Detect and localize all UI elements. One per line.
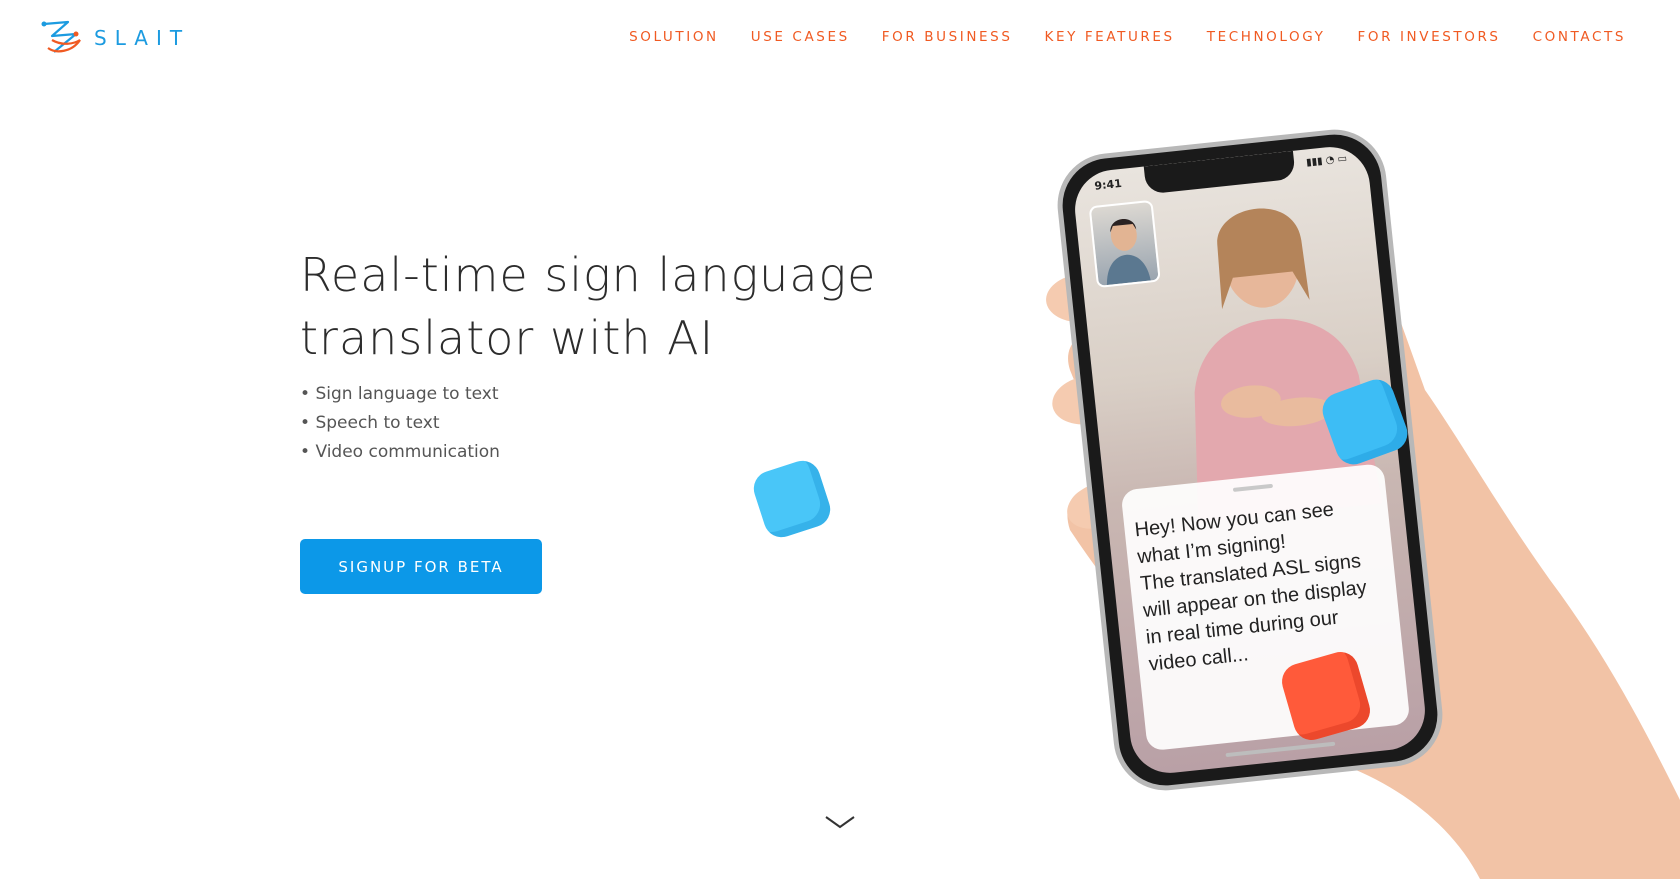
- nav-item-solution[interactable]: SOLUTION: [629, 29, 719, 45]
- nav-item-for-investors[interactable]: FOR INVESTORS: [1358, 29, 1501, 45]
- caption-line: Hey! Now you can see: [1133, 498, 1335, 542]
- chevron-down-icon[interactable]: [824, 815, 856, 829]
- phone-mockup: 9:41 ▮▮▮ ◔ ▭ Hey! Now you can see what I…: [1052, 124, 1448, 796]
- nav-item-technology[interactable]: TECHNOLOGY: [1207, 29, 1326, 45]
- caller-avatar-image: [1106, 218, 1151, 285]
- feature-item: Speech to text: [300, 409, 500, 438]
- hero-title: Real-time sign language translator with …: [300, 244, 940, 370]
- status-time: 9:41: [1093, 176, 1123, 193]
- logo[interactable]: SLAIT: [38, 18, 190, 58]
- translation-caption-text: Hey! Now you can see what I’m signing! T…: [1133, 492, 1395, 679]
- nav-item-key-features[interactable]: KEY FEATURES: [1045, 29, 1175, 45]
- signup-beta-button[interactable]: SIGNUP FOR BETA: [300, 539, 542, 594]
- phone-screen: 9:41 ▮▮▮ ◔ ▭ Hey! Now you can see what I…: [1071, 143, 1429, 777]
- signal-wifi-battery-icon: ▮▮▮ ◔ ▭: [1305, 153, 1348, 169]
- nav-item-use-cases[interactable]: USE CASES: [751, 29, 850, 45]
- phone-frame: 9:41 ▮▮▮ ◔ ▭ Hey! Now you can see what I…: [1052, 124, 1448, 796]
- feature-item: Sign language to text: [300, 380, 500, 409]
- hero-title-line-1: Real-time sign language: [300, 248, 877, 302]
- hero-title-line-2: translator with AI: [300, 311, 715, 365]
- caption-line: video call...: [1147, 643, 1250, 676]
- caption-handle[interactable]: [1232, 483, 1274, 492]
- nav-item-for-business[interactable]: FOR BUSINESS: [882, 29, 1013, 45]
- feature-list: Sign language to text Speech to text Vid…: [300, 380, 500, 467]
- home-indicator: [1225, 741, 1336, 758]
- main-nav: SOLUTION USE CASES FOR BUSINESS KEY FEAT…: [629, 29, 1626, 45]
- caller-thumbnail[interactable]: [1088, 199, 1161, 289]
- brand-name: SLAIT: [94, 26, 191, 50]
- decorative-blue-cube: [749, 456, 835, 542]
- nav-item-contacts[interactable]: CONTACTS: [1533, 29, 1626, 45]
- feature-item: Video communication: [300, 438, 500, 467]
- slait-logo-icon: [41, 20, 81, 53]
